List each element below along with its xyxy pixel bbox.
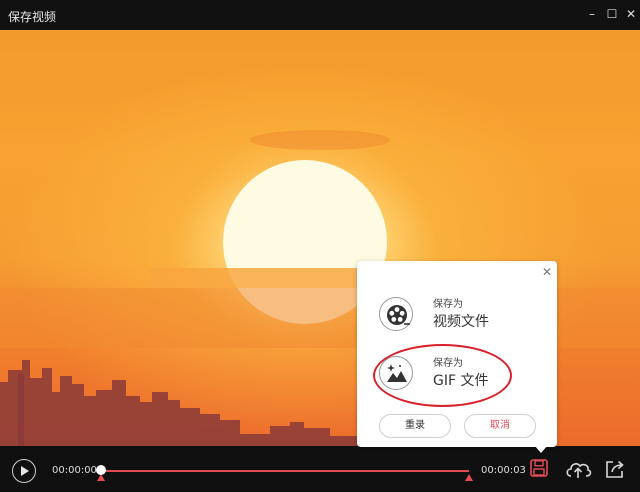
total-time: 00:00:03	[481, 465, 526, 476]
save-as-video-option[interactable]: 保存为 视频文件	[377, 291, 547, 339]
save-as-gif-option[interactable]: 保存为 GIF 文件	[377, 350, 547, 398]
gif-option-caption: 保存为	[433, 358, 463, 369]
window-title: 保存视频	[8, 10, 57, 24]
start-marker[interactable]	[97, 474, 105, 481]
antenna-building	[18, 374, 24, 446]
cancel-button[interactable]: 取消	[464, 414, 536, 438]
progress-track[interactable]	[101, 470, 469, 472]
title-bar: 保存视频 – ☐ ✕	[0, 0, 640, 30]
gif-image-icon	[379, 356, 413, 390]
current-time: 00:00:00	[52, 465, 97, 476]
cloud-upload-icon[interactable]	[564, 458, 592, 480]
city-skyline	[0, 360, 360, 446]
cloud-top	[250, 130, 390, 150]
maximize-button[interactable]: ☐	[605, 6, 619, 22]
end-marker[interactable]	[465, 474, 473, 481]
popup-pointer	[534, 445, 548, 453]
minimize-button[interactable]: –	[585, 6, 599, 22]
progress-knob[interactable]	[96, 465, 106, 475]
popup-close-button[interactable]: ✕	[540, 265, 554, 279]
save-popup: ✕ 保存为 视频文件 保存为 GIF 文件 重录 取消	[357, 261, 557, 447]
video-option-caption: 保存为	[433, 299, 463, 310]
film-reel-icon	[379, 297, 413, 331]
rerecord-button[interactable]: 重录	[379, 414, 451, 438]
close-button[interactable]: ✕	[624, 6, 638, 22]
video-option-label: 视频文件	[433, 314, 489, 330]
share-icon[interactable]	[604, 458, 626, 480]
play-button[interactable]	[12, 459, 36, 483]
gif-option-label: GIF 文件	[433, 373, 489, 389]
save-icon[interactable]	[529, 458, 549, 478]
